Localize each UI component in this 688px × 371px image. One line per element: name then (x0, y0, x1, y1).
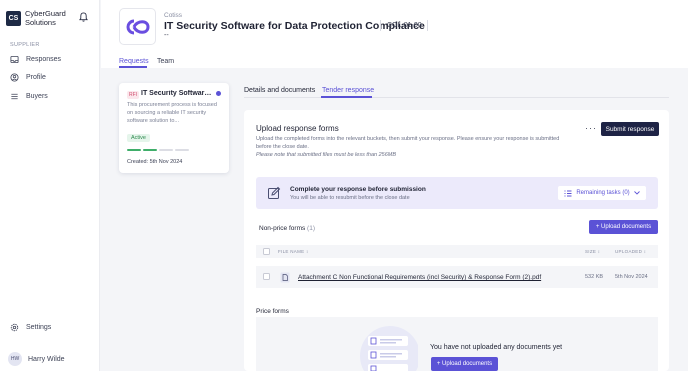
file-icon (280, 272, 290, 283)
unread-dot (216, 91, 221, 96)
sidebar: CS CyberGuard Solutions SUPPLIER Respons… (0, 0, 100, 371)
column-label: FILE NAME (278, 249, 305, 254)
remaining-tasks-dropdown[interactable]: Remaining tasks (0) (558, 186, 646, 200)
sidebar-item-label: Buyers (26, 93, 48, 100)
non-price-forms-title: Non-price forms (1) (259, 225, 315, 232)
section-count: (1) (307, 225, 315, 232)
status-badge: Active (127, 134, 150, 142)
sort-icon: ↕ (643, 249, 647, 254)
user-name: Harry Wilde (28, 355, 65, 363)
sidebar-item-settings[interactable]: Settings (10, 323, 51, 332)
project-header: Cotiss IT Security Software for Data Pro… (101, 0, 688, 68)
response-panel: Upload response forms Upload the complet… (244, 110, 669, 371)
file-link[interactable]: Attachment C Non Functional Requirements… (298, 274, 541, 281)
table-header: FILE NAME ↕ SIZE ↕ UPLOADED ↕ (256, 245, 658, 258)
upload-documents-button[interactable]: + Upload documents (589, 220, 658, 234)
panel-note: Please note that submitted files must be… (256, 152, 397, 158)
sort-icon: ↕ (306, 249, 309, 254)
client-name: Cotiss (164, 12, 183, 19)
panel-title: Upload response forms (256, 124, 339, 133)
avatar: HW (8, 352, 22, 366)
panel-description: Upload the completed forms into the rele… (256, 136, 560, 150)
column-header-uploaded[interactable]: UPLOADED ↕ (615, 249, 646, 254)
request-card[interactable]: RFI IT Security Software... This procure… (119, 83, 229, 173)
submit-response-button[interactable]: Submit response (601, 122, 659, 136)
section-label-supplier: SUPPLIER (10, 42, 40, 48)
banner-title: Complete your response before submission (290, 186, 426, 193)
project-code: COL-01-00 (380, 20, 422, 31)
tab-active-indicator (321, 96, 372, 98)
column-header-file-name[interactable]: FILE NAME ↕ (278, 249, 309, 254)
task-list-icon (564, 190, 572, 196)
tab-tender-response[interactable]: Tender response (322, 87, 374, 94)
divider (427, 20, 428, 31)
sidebar-item-buyers[interactable]: Buyers (10, 92, 48, 101)
select-all-checkbox[interactable] (263, 248, 270, 255)
column-label: UPLOADED (615, 249, 643, 254)
tab-active-indicator (119, 66, 147, 68)
gear-icon (10, 323, 19, 332)
sidebar-item-label: Profile (26, 74, 46, 81)
rfi-badge: RFI (127, 91, 140, 99)
progress-segment-complete (127, 149, 141, 151)
upload-price-documents-button[interactable]: + Upload documents (431, 357, 498, 371)
progress-segment-pending (175, 149, 189, 151)
column-label: SIZE (585, 249, 597, 254)
inbox-icon (10, 55, 19, 64)
brand-name: CyberGuard Solutions (25, 9, 66, 27)
row-checkbox[interactable] (263, 273, 270, 280)
brand-logo: CS (6, 10, 21, 26)
client-logo-icon (126, 19, 150, 34)
banner-subtitle: You will be able to resubmit before the … (290, 195, 410, 201)
sidebar-item-label: Responses (26, 56, 62, 63)
empty-documents-illustration (360, 326, 418, 371)
user-circle-icon (10, 73, 19, 82)
empty-state-text: You have not uploaded any documents yet (430, 344, 563, 351)
request-title: IT Security Software... (141, 90, 213, 97)
tab-team[interactable]: Team (157, 58, 174, 65)
file-uploaded-date: 5th Nov 2024 (615, 274, 648, 280)
price-forms-title: Price forms (256, 308, 289, 315)
project-subtitle: -- (164, 32, 169, 39)
sidebar-item-profile[interactable]: Profile (10, 73, 46, 82)
tab-details-documents[interactable]: Details and documents (244, 87, 315, 94)
brand[interactable]: CS CyberGuard Solutions (6, 9, 69, 27)
file-size: 532 KB (585, 274, 604, 280)
edit-icon (268, 186, 281, 199)
section-title: Non-price forms (259, 225, 306, 232)
request-description: This procurement process is focused on s… (127, 102, 217, 124)
tab-requests[interactable]: Requests (119, 58, 149, 65)
more-options-button[interactable]: ··· (585, 123, 597, 133)
column-header-size[interactable]: SIZE ↕ (585, 249, 600, 254)
list-icon (11, 93, 18, 100)
created-date: Created: 5th Nov 2024 (127, 159, 183, 165)
chevron-down-icon (633, 191, 640, 195)
divider (244, 97, 669, 98)
table-row[interactable]: Attachment C Non Functional Requirements… (256, 266, 658, 288)
settings-label: Settings (26, 324, 52, 331)
progress-segment-complete (143, 149, 157, 151)
completion-banner: Complete your response before submission… (256, 177, 658, 209)
remaining-tasks-label: Remaining tasks (0) (576, 190, 630, 196)
sidebar-item-responses[interactable]: Responses (10, 55, 61, 64)
bell-icon[interactable] (79, 12, 88, 22)
price-forms-empty-state: You have not uploaded any documents yet … (256, 317, 658, 371)
sort-icon: ↕ (597, 249, 601, 254)
user-menu[interactable]: HW Harry Wilde (8, 352, 65, 366)
client-logo (119, 8, 156, 45)
progress-segment-pending (159, 149, 173, 151)
progress-bar (127, 149, 189, 151)
